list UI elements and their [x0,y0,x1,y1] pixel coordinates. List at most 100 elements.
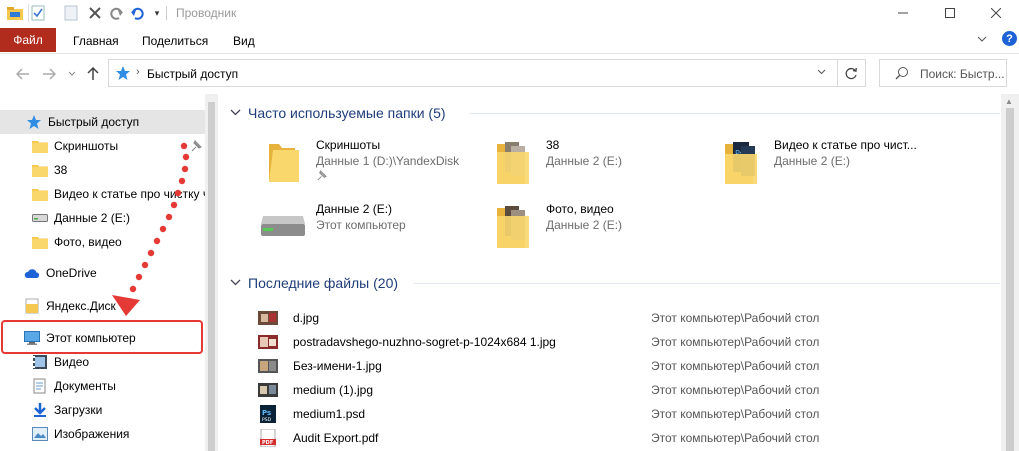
back-arrow-icon [16,68,29,80]
back-button[interactable] [14,65,32,83]
nav-item-photo-video[interactable]: Фото, видео [0,230,205,254]
tab-share[interactable]: Поделиться [140,30,210,52]
cloud-icon [24,265,40,281]
customize-toolbar-icon[interactable]: ▾ [148,4,166,22]
file-location: Этот компьютер\Рабочий стол [651,431,820,445]
pdf-file-icon: PDF [258,429,278,447]
expand-ribbon-icon[interactable] [975,32,989,46]
folder-tile-38[interactable]: 38 Данные 2 (E:) [488,136,718,194]
folder-tile-screenshots[interactable]: Скриншоты Данные 1 (D:)\YandexDisk [258,136,488,194]
nav-item-label: Видео [54,355,90,369]
breadcrumb-chevron-icon[interactable]: › [136,66,140,78]
folder-icon [32,162,48,178]
pictures-icon [32,426,48,442]
maximize-button[interactable] [927,0,973,26]
recent-file-row[interactable]: postradavshego-nuzhno-sogret-p-1024x684 … [258,330,998,354]
nav-quick-access[interactable]: Быстрый доступ [0,110,205,134]
search-input[interactable]: Поиск: Быстр... [920,67,1005,81]
minimize-button[interactable] [880,0,926,26]
pin-icon[interactable] [190,140,202,155]
tile-location: Данные 2 (E:) [546,154,623,168]
file-name: d.jpg [293,311,320,325]
scroll-up-icon[interactable]: ▲ [1005,97,1013,106]
tab-view[interactable]: Вид [231,30,257,52]
nav-item-label: Быстрый доступ [48,115,140,129]
properties-icon[interactable] [28,4,46,22]
navigation-pane: Быстрый доступ Скриншоты 38 Видео к стат… [0,94,218,451]
file-location: Этот компьютер\Рабочий стол [651,383,820,397]
recent-locations-button[interactable] [63,65,81,83]
nav-item-label: Фото, видео [54,235,122,249]
breadcrumb-path[interactable]: Быстрый доступ [147,67,238,81]
svg-text:PDF: PDF [262,440,273,446]
nav-item-video-article[interactable]: Видео к статье про чистку ч [0,182,205,206]
window-title: Проводник [176,6,237,20]
recent-file-row[interactable]: d.jpg Этот компьютер\Рабочий стол [258,306,998,330]
help-icon[interactable]: ? [1002,31,1017,46]
folder-tile-video-article[interactable]: Ps Видео к статье про чист... Данные 2 (… [716,136,946,194]
undo-icon[interactable] [128,4,146,22]
file-name: Audit Export.pdf [293,431,379,445]
folder-icon [32,138,48,154]
refresh-button[interactable] [838,59,866,87]
up-button[interactable] [84,65,102,83]
explorer-app-icon[interactable] [6,4,24,22]
nav-scrollbar[interactable] [205,94,218,451]
search-box[interactable]: Поиск: Быстр... [879,59,1007,87]
tile-location: Данные 2 (E:) [546,218,623,232]
tab-file[interactable]: Файл [0,28,56,52]
svg-text:PSD: PSD [262,417,272,423]
image-file-icon [258,333,278,351]
tab-home[interactable]: Главная [71,30,121,52]
file-location: Этот компьютер\Рабочий стол [651,407,820,421]
tile-name: Скриншоты [316,138,381,152]
drive-tile-e[interactable]: Данные 2 (E:) Этот компьютер [258,200,488,258]
ribbon-tabs: Файл Главная Поделиться Вид ? [0,26,1019,54]
folder-icon [32,186,48,202]
recent-file-row[interactable]: medium (1).jpg Этот компьютер\Рабочий ст… [258,378,998,402]
file-name: Без-имени-1.jpg [293,359,382,373]
content-scrollbar-thumb[interactable] [1006,108,1014,451]
nav-item-documents[interactable]: Документы [0,374,205,398]
file-name: medium1.psd [293,407,366,421]
nav-item-downloads[interactable]: Загрузки [0,398,205,422]
new-folder-icon[interactable] [62,4,80,22]
yandex-disk-icon [24,298,40,314]
nav-item-drive-e[interactable]: Данные 2 (E:) [0,206,205,230]
tile-name: Данные 2 (E:) [316,202,393,216]
address-bar[interactable]: › Быстрый доступ [108,59,838,87]
recent-file-row[interactable]: Ps PSD medium1.psd Этот компьютер\Рабочий… [258,402,998,426]
file-name: medium (1).jpg [293,383,374,397]
nav-item-label: Скриншоты [54,139,119,153]
nav-item-label: Данные 2 (E:) [54,211,131,225]
delete-icon[interactable] [86,4,104,22]
folder-with-psd-icon: Ps [716,136,766,186]
recent-file-row[interactable]: PDF Audit Export.pdf Этот компьютер\Рабо… [258,426,998,450]
recent-file-row[interactable]: Без-имени-1.jpg Этот компьютер\Рабочий с… [258,354,998,378]
quick-access-star-icon [115,65,131,84]
address-dropdown-icon[interactable] [817,67,826,78]
section-title: Часто используемые папки (5) [248,105,446,121]
close-button[interactable] [973,0,1019,26]
image-file-icon [258,381,278,399]
nav-item-label: Видео к статье про чистку ч [54,187,205,201]
folder-tile-photo-video[interactable]: Фото, видео Данные 2 (E:) [488,200,718,258]
tile-name: Фото, видео [546,202,614,216]
nav-scrollbar-thumb[interactable] [208,102,215,451]
title-separator [166,6,167,20]
nav-item-screenshots[interactable]: Скриншоты [0,134,205,158]
drive-icon [258,200,308,250]
content-scrollbar[interactable]: ▲ [1001,94,1019,451]
section-title: Последние файлы (20) [248,275,399,291]
nav-item-38[interactable]: 38 [0,158,205,182]
up-arrow-icon [87,67,99,80]
nav-item-pictures[interactable]: Изображения [0,422,205,446]
pin-icon [316,170,327,184]
forward-button[interactable] [40,65,58,83]
recent-files-header[interactable]: Последние файлы (20) [230,272,398,294]
nav-item-label: Документы [54,379,116,393]
frequent-folders-header[interactable]: Часто используемые папки (5) [230,102,446,124]
redo-icon[interactable] [108,4,126,22]
nav-item-onedrive[interactable]: OneDrive [0,261,205,285]
nav-item-yandex-disk[interactable]: Яндекс.Диск [0,294,205,318]
